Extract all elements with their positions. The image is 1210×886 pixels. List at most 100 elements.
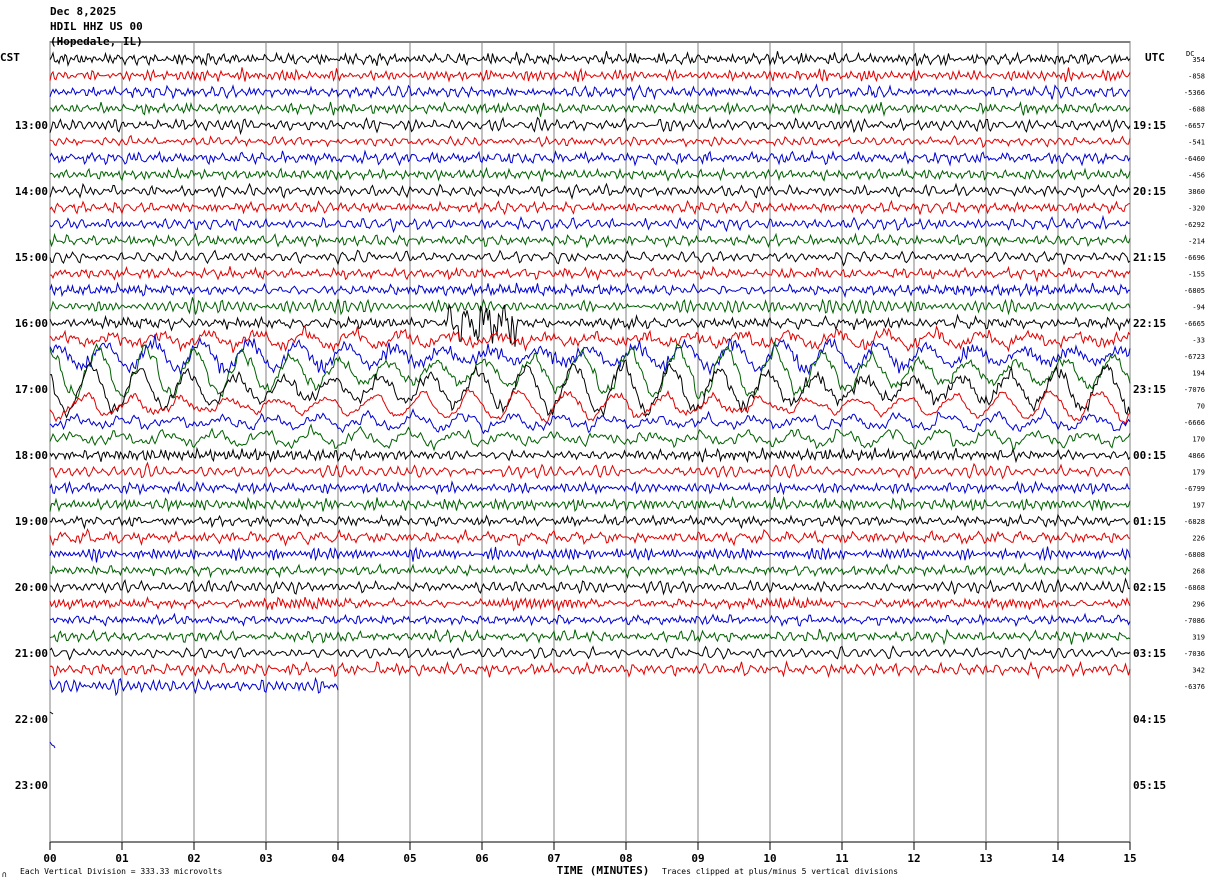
scale-note: Each Vertical Division = 333.33 microvol… — [20, 867, 223, 876]
minute-grid — [49, 41, 1131, 850]
seismic-trace — [49, 480, 1131, 496]
seismic-trace — [49, 645, 1131, 661]
x-tick-label: 14 — [1051, 852, 1065, 865]
left-hour-label: 14:00 — [15, 185, 48, 198]
seismic-trace — [49, 134, 1131, 149]
left-hour-label: 16:00 — [15, 317, 48, 330]
dc-offset-label: -6808 — [1184, 551, 1205, 559]
left-hour-label: 19:00 — [15, 515, 48, 528]
right-hour-label: 00:15 — [1133, 449, 1166, 462]
seismic-trace — [49, 628, 1131, 646]
x-tick-label: 12 — [907, 852, 920, 865]
x-tick-label: 15 — [1123, 852, 1136, 865]
x-tick-label: 05 — [403, 852, 416, 865]
dc-offset-label: -7086 — [1184, 617, 1205, 625]
dc-offset-label: -6666 — [1184, 419, 1205, 427]
seismic-trace — [49, 341, 1131, 400]
seismic-trace — [50, 577, 1131, 596]
left-hour-label: 20:00 — [15, 581, 48, 594]
seismic-trace — [50, 265, 1131, 283]
dc-offset-label: -33 — [1192, 337, 1205, 345]
seismic-trace — [49, 461, 1131, 480]
dc-offset-label: 226 — [1192, 535, 1205, 543]
seismic-trace — [49, 281, 1131, 298]
x-tick-label: 13 — [979, 852, 992, 865]
seismic-traces — [49, 51, 1131, 749]
dc-offset-label: -858 — [1188, 73, 1205, 81]
dc-offset-label: -6460 — [1184, 155, 1205, 163]
seismic-trace — [49, 446, 1131, 464]
dc-offset-label: -6805 — [1184, 287, 1205, 295]
dc-offset-label: 197 — [1192, 502, 1205, 510]
seismic-trace — [49, 612, 1131, 628]
seismic-trace — [49, 51, 1131, 68]
left-hour-label: 13:00 — [15, 119, 48, 132]
dc-offset-label: -688 — [1188, 106, 1205, 114]
right-hour-label: 21:15 — [1133, 251, 1166, 264]
seismic-trace — [49, 495, 1131, 513]
seismic-trace — [49, 660, 1131, 680]
right-hour-label: 04:15 — [1133, 713, 1166, 726]
dc-header-label: DC — [1186, 50, 1194, 58]
dc-offset-label: -541 — [1188, 139, 1205, 147]
seismic-trace — [49, 100, 1131, 117]
seismic-trace — [49, 302, 1131, 347]
seismic-trace — [49, 182, 1131, 200]
x-tick-label: 10 — [763, 852, 776, 865]
dc-offset-label: -6723 — [1184, 353, 1205, 361]
seismic-trace — [49, 546, 1131, 563]
dc-offset-label: -7076 — [1184, 386, 1205, 394]
right-hour-label: 19:15 — [1133, 119, 1166, 132]
x-tick-label: 02 — [187, 852, 200, 865]
dc-offset-label: -155 — [1188, 271, 1205, 279]
x-tick-label: 11 — [835, 852, 849, 865]
seismic-trace — [49, 166, 1131, 182]
dc-offset-label: -214 — [1188, 238, 1205, 246]
dc-offset-label: 319 — [1192, 634, 1205, 642]
dc-offset-label: -320 — [1188, 205, 1205, 213]
x-tick-label: 00 — [43, 852, 56, 865]
dc-offset-label: -6657 — [1184, 122, 1205, 130]
left-hour-label: 15:00 — [15, 251, 48, 264]
left-hour-label: 23:00 — [15, 779, 48, 792]
dc-offset-label: -7036 — [1184, 650, 1205, 658]
seismic-trace — [49, 67, 1131, 83]
seismic-trace — [49, 297, 1131, 316]
dc-offset-label: -6696 — [1184, 254, 1205, 262]
seismogram-plot: 00 01 02 03 04 05 06 07 08 09 10 11 12 13 14 15354-858-… — [0, 41, 1205, 877]
dc-offset-label: 3860 — [1188, 188, 1205, 196]
dc-offset-label: -6828 — [1184, 518, 1205, 526]
seismic-trace — [49, 528, 1131, 547]
dc-offset-label: 170 — [1192, 436, 1205, 444]
dc-offset-label: -6868 — [1184, 584, 1205, 592]
dc-offset-label: -94 — [1192, 304, 1205, 312]
right-hour-label: 01:15 — [1133, 515, 1166, 528]
right-hour-label: 22:15 — [1133, 317, 1166, 330]
seismic-trace — [49, 232, 1131, 249]
right-hour-label: 03:15 — [1133, 647, 1166, 660]
seismic-trace — [49, 214, 1131, 234]
x-tick-label: 03 — [259, 852, 272, 865]
dc-offset-label: -6376 — [1184, 683, 1205, 691]
right-hour-label: 23:15 — [1133, 383, 1166, 396]
left-hour-label: 21:00 — [15, 647, 48, 660]
seismic-trace — [49, 249, 1131, 267]
footer-mark: ∩ — [2, 870, 7, 879]
dc-offset-label: 296 — [1192, 601, 1205, 609]
left-hour-label: 18:00 — [15, 449, 48, 462]
seismic-trace — [49, 595, 1131, 612]
x-tick-label: 06 — [475, 852, 489, 865]
dc-offset-label: 268 — [1192, 568, 1205, 576]
dc-offset-label: -6292 — [1184, 221, 1205, 229]
right-hour-label: 05:15 — [1133, 779, 1166, 792]
right-hour-label: 20:15 — [1133, 185, 1166, 198]
trace-stub — [49, 741, 56, 749]
dc-offset-label: 179 — [1192, 469, 1205, 477]
seismic-trace — [49, 83, 1131, 102]
plot-frame — [49, 41, 1131, 843]
x-tick-label: 01 — [115, 852, 129, 865]
seismic-trace — [49, 513, 1131, 530]
dc-offset-label: -456 — [1188, 172, 1205, 180]
seismic-trace — [49, 562, 1131, 579]
dc-offset-label: 4866 — [1188, 452, 1205, 460]
